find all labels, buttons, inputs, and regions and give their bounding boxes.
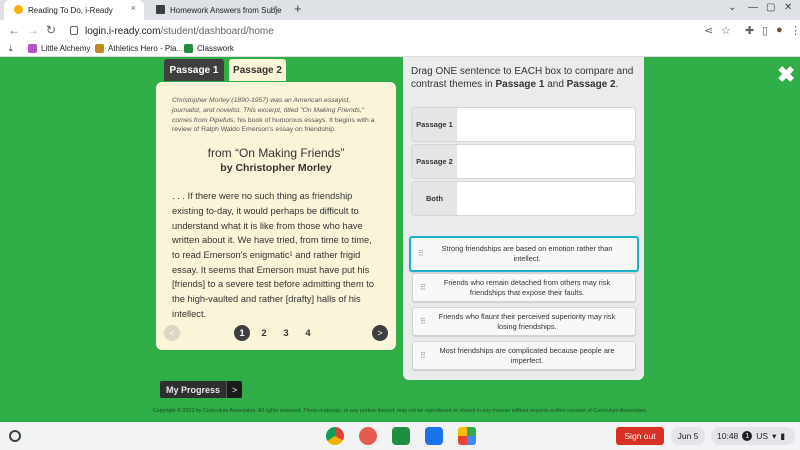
tab-dropdown-icon[interactable]: ⌄ <box>728 2 736 13</box>
drop-box-label: Passage 2 <box>412 145 457 178</box>
my-progress-label: My Progress <box>160 381 227 398</box>
answer-option-4[interactable]: ⠿ Most friendships are complicated becau… <box>412 341 636 370</box>
drag-handle-icon: ⠿ <box>420 316 426 326</box>
drop-box-both[interactable]: Both <box>411 181 636 216</box>
prompt-text: and <box>544 79 567 90</box>
prompt-passage-2: Passage 2 <box>566 79 616 90</box>
browser-tab-homework[interactable]: Homework Answers from Subje × <box>146 0 286 20</box>
question-panel: Drag ONE sentence to EACH box to compare… <box>403 57 644 380</box>
sign-out-button[interactable]: Sign out <box>616 427 664 445</box>
address-bar[interactable]: login.i-ready.com/student/dashboard/home <box>67 23 687 40</box>
bookmark-star-icon[interactable]: ☆ <box>721 24 731 37</box>
close-lesson-icon[interactable]: ✖ <box>777 64 795 86</box>
answer-option-text: Friends who remain detached from others … <box>443 277 611 297</box>
answer-option-text: Most friendships are complicated because… <box>439 345 615 365</box>
passage-intro: Christopher Morley (1890-1957) was an Am… <box>172 96 380 135</box>
iready-favicon-icon <box>14 5 23 14</box>
back-icon[interactable]: ← <box>8 23 20 37</box>
drop-box-label: Both <box>412 182 457 215</box>
answer-option-3[interactable]: ⠿ Friends who flaunt their perceived sup… <box>412 307 636 336</box>
locale-label: US <box>756 431 769 441</box>
prompt-passage-1: Passage 1 <box>495 79 545 90</box>
answer-option-1[interactable]: ⠿ Strong friendships are based on emotio… <box>409 236 639 272</box>
battery-icon: ▮ <box>780 430 786 441</box>
reload-icon[interactable]: ↻ <box>46 23 56 37</box>
bookmark-little-alchemy[interactable]: Little Alchemy <box>28 44 90 53</box>
wifi-icon: ▾ <box>772 430 777 441</box>
page-1-button[interactable]: 1 <box>234 325 250 341</box>
window-close-icon[interactable]: ✕ <box>784 2 792 13</box>
athletics-hero-icon <box>95 44 104 53</box>
passage-author: by Christopher Morley <box>220 162 332 175</box>
minimize-icon[interactable]: — <box>748 2 758 13</box>
drop-box-label: Passage 1 <box>412 108 457 141</box>
little-alchemy-icon <box>28 44 37 53</box>
close-tab-icon[interactable]: × <box>131 3 136 13</box>
drag-handle-icon: ⠿ <box>420 350 426 360</box>
answer-option-text: Friends who flaunt their perceived super… <box>438 311 616 331</box>
launcher-icon[interactable] <box>9 430 21 442</box>
page-4-button[interactable]: 4 <box>300 325 316 341</box>
lesson-page: Passage 1 Passage 2 Christopher Morley (… <box>0 57 800 422</box>
url-host: login.i-ready.com <box>85 26 161 37</box>
browser-toolbar: ← → ↻ login.i-ready.com/student/dashboar… <box>0 20 800 42</box>
question-prompt: Drag ONE sentence to EACH box to compare… <box>411 65 639 91</box>
page-3-button[interactable]: 3 <box>278 325 294 341</box>
bookmark-classwork[interactable]: Classwork <box>184 44 234 53</box>
status-tray[interactable]: 10:48 1 US ▾ ▮ <box>711 427 795 445</box>
bookmark-label: Athletics Hero - Pla... <box>108 44 184 53</box>
classwork-icon <box>184 44 193 53</box>
answer-option-text: Strong friendships are based on emotion … <box>441 244 613 263</box>
tab-passage-1[interactable]: Passage 1 <box>164 59 224 81</box>
passage-title: from “On Making Friends” <box>207 146 345 161</box>
passage-pagination: < 1 2 3 4 > <box>164 325 388 341</box>
os-shelf: Sign out Jun 5 10:48 1 US ▾ ▮ <box>0 422 800 450</box>
my-progress-button[interactable]: My Progress > <box>160 381 243 398</box>
passage-body: . . . If there were no such thing as fri… <box>172 191 375 319</box>
classroom-app-icon[interactable] <box>392 427 410 445</box>
share-icon[interactable]: ⋖ <box>704 24 713 37</box>
close-tab-icon[interactable]: × <box>273 3 278 13</box>
notification-count-badge: 1 <box>742 431 753 441</box>
chrome-app-icon[interactable] <box>326 427 344 445</box>
bookmark-label: Little Alchemy <box>41 44 91 53</box>
profile-avatar-icon[interactable]: ● <box>776 24 783 36</box>
lock-icon <box>70 26 78 35</box>
browser-tab-strip: Reading To Do, i-Ready × Homework Answer… <box>0 0 800 20</box>
browser-tab-reading[interactable]: Reading To Do, i-Ready × <box>4 0 144 20</box>
tab-title: Reading To Do, i-Ready <box>28 5 113 15</box>
tab-title: Homework Answers from Subje <box>170 5 282 15</box>
browser-menu-icon[interactable]: ⋮ <box>790 24 800 37</box>
next-page-button[interactable]: > <box>372 325 388 341</box>
bookmark-label: Classwork <box>197 44 234 53</box>
clock-time: 10:48 <box>717 431 739 441</box>
forward-icon[interactable]: → <box>27 23 39 37</box>
passage-panel: Christopher Morley (1890-1957) was an Am… <box>156 82 396 350</box>
tab-search-icon[interactable]: ▯ <box>762 24 768 37</box>
files-app-icon[interactable] <box>425 427 443 445</box>
downloads-icon[interactable]: ⤓ <box>9 44 13 54</box>
new-tab-button[interactable]: + <box>294 1 302 16</box>
bookmark-athletics-hero[interactable]: Athletics Hero - Pla... <box>95 44 183 53</box>
page-2-button[interactable]: 2 <box>256 325 272 341</box>
url-path: /student/dashboard/home <box>160 26 274 37</box>
answer-option-2[interactable]: ⠿ Friends who remain detached from other… <box>412 273 636 302</box>
maximize-icon[interactable]: ▢ <box>766 2 775 13</box>
copyright-notice: Copyright © 2023 by Curriculum Associate… <box>152 408 647 414</box>
play-store-app-icon[interactable] <box>458 427 476 445</box>
bookmarks-bar: ⤓ Little Alchemy Athletics Hero - Pla...… <box>0 42 800 57</box>
homework-favicon-icon <box>156 5 165 14</box>
extensions-icon[interactable]: ✚ <box>745 24 754 37</box>
drag-handle-icon: ⠿ <box>418 249 424 258</box>
chevron-right-icon: > <box>226 381 243 398</box>
drop-box-passage-2[interactable]: Passage 2 <box>411 144 636 179</box>
previous-page-button[interactable]: < <box>164 325 180 341</box>
drop-box-passage-1[interactable]: Passage 1 <box>411 107 636 142</box>
drag-handle-icon: ⠿ <box>420 282 426 292</box>
red-app-icon[interactable] <box>359 427 377 445</box>
date-pill[interactable]: Jun 5 <box>671 427 705 445</box>
prompt-text: . <box>615 79 619 90</box>
tab-passage-2[interactable]: Passage 2 <box>229 59 286 81</box>
